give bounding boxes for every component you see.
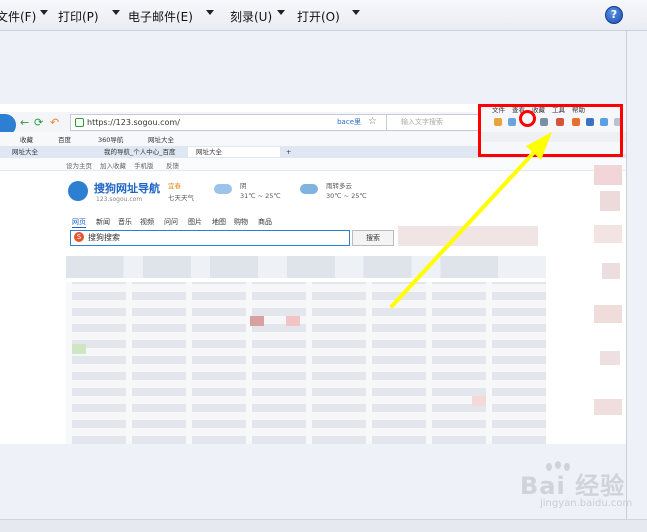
watermark-brand: Bai 经验 (520, 472, 626, 500)
pointer-arrow (390, 132, 552, 308)
status-bar (0, 519, 647, 532)
blurred-side-ad (590, 165, 626, 425)
watermark-url: jingyan.baidu.com (540, 498, 633, 509)
